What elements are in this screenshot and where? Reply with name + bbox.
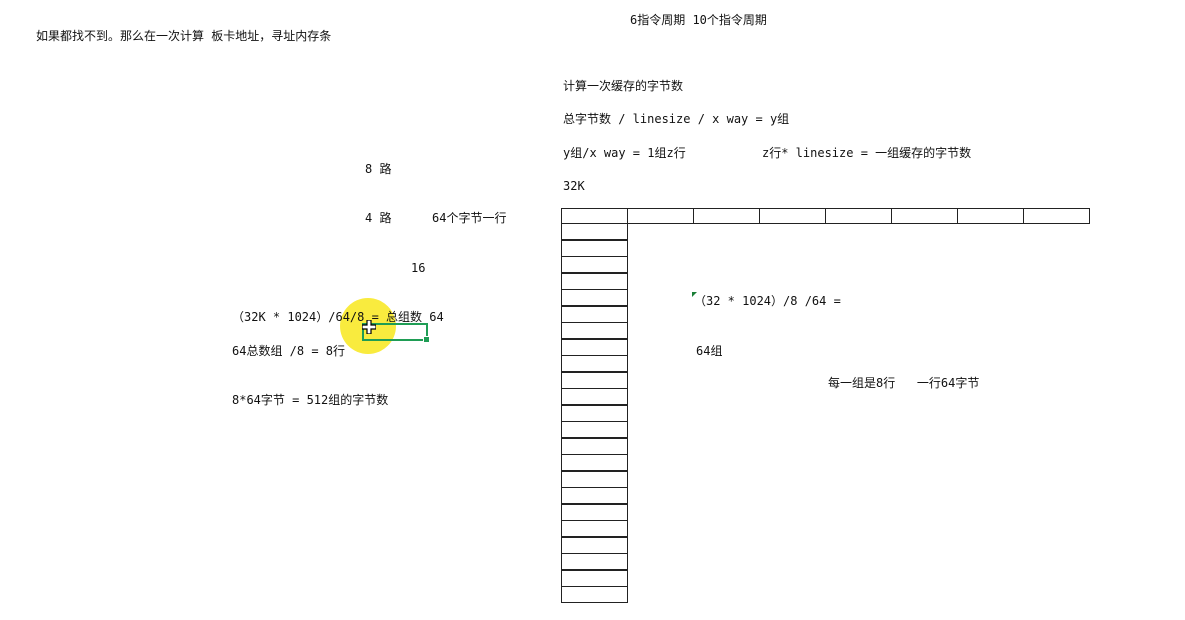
grid-column-cell [561,405,628,422]
grid-column-cell [561,223,628,240]
note-formula-y: y组/x way = 1组z行 [563,146,686,160]
grid-column-cell [561,273,628,290]
note-total-groups-rows: 64总数组 /8 = 8行 [232,344,346,358]
note-header-left: 如果都找不到。那么在一次计算 板卡地址，寻址内存条 [36,29,332,43]
grid-top-cell [1023,208,1090,224]
note-group-summary: 每一组是8行 一行64字节 [828,376,980,390]
grid-column-cell [561,421,628,438]
grid-column-cell [561,487,628,504]
grid-column-cell [561,537,628,554]
grid-column-cell [561,240,628,257]
grid-column-cell [561,504,628,521]
grid-column-cell [561,289,628,306]
grid-column-cell [561,339,628,356]
grid-column-cell [561,553,628,570]
grid-column-cell [561,322,628,339]
grid-top-cell [561,208,628,224]
fill-handle[interactable] [423,336,430,343]
note-sixteen: 16 [411,261,426,275]
grid-column-cell [561,520,628,537]
grid-top-cell [759,208,826,224]
grid-top-cell [891,208,958,224]
cell-select-cursor-icon [362,320,376,334]
grid-top-cell [957,208,1024,224]
note-ways-4: 4 路 [365,211,392,225]
grid-column-cell [561,471,628,488]
grid-top-cell [693,208,760,224]
grid-top-cell [627,208,694,224]
note-group-bytes: 8*64字节 = 512组的字节数 [232,393,389,407]
grid-column-cell [561,306,628,323]
grid-column-cell [561,438,628,455]
grid-column-cell [561,355,628,372]
note-ways-8: 8 路 [365,162,392,176]
grid-column-cell [561,372,628,389]
note-formula-groups: （32K * 1024）/64/8 = 总组数 64 [232,310,444,324]
grid-column-cell [561,454,628,471]
grid-column-cell [561,570,628,587]
note-header-center: 6指令周期 10个指令周期 [630,13,767,27]
note-formula-z: z行* linesize = 一组缓存的字节数 [762,146,972,160]
note-calc-title: 计算一次缓存的字节数 [563,79,684,93]
grid-column-cell [561,586,628,603]
note-formula-total: 总字节数 / linesize / x way = y组 [563,112,790,126]
grid-top-cell [825,208,892,224]
note-formula-32: （32 * 1024）/8 /64 = [694,294,841,308]
note-groups-64: 64组 [696,344,723,358]
note-size-32k: 32K [563,179,585,193]
grid-column-cell [561,256,628,273]
note-bytes-per-line: 64个字节一行 [432,211,507,225]
grid-column-cell [561,388,628,405]
